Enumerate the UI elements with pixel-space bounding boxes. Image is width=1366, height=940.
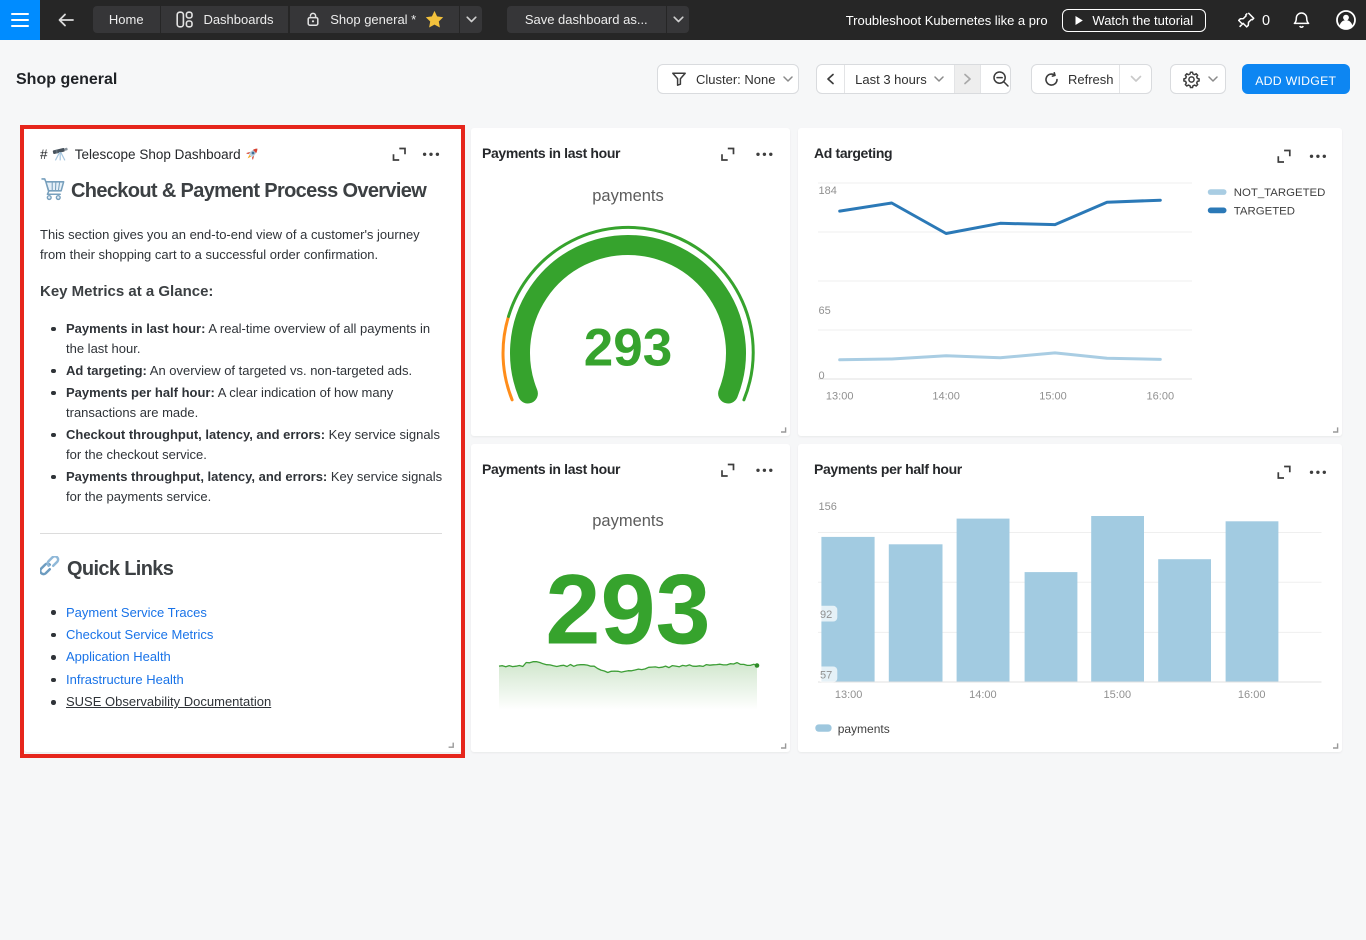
svg-text:65: 65: [819, 305, 831, 317]
svg-text:13:00: 13:00: [826, 391, 854, 403]
svg-text:156: 156: [819, 501, 837, 513]
svg-text:payments: payments: [592, 187, 664, 205]
svg-text:15:00: 15:00: [1039, 391, 1067, 403]
svg-text:payments: payments: [592, 512, 664, 530]
svg-text:16:00: 16:00: [1238, 689, 1266, 701]
svg-text:16:00: 16:00: [1147, 391, 1175, 403]
svg-text:NOT_TARGETED: NOT_TARGETED: [1234, 187, 1326, 199]
svg-text:13:00: 13:00: [835, 689, 863, 701]
svg-text:14:00: 14:00: [969, 689, 997, 701]
svg-text:TARGETED: TARGETED: [1234, 206, 1295, 218]
svg-text:payments: payments: [838, 722, 890, 736]
svg-text:14:00: 14:00: [932, 391, 960, 403]
svg-text:293: 293: [584, 319, 672, 378]
svg-text:293: 293: [545, 554, 710, 665]
svg-text:15:00: 15:00: [1104, 689, 1132, 701]
svg-text:0: 0: [819, 370, 825, 382]
svg-text:184: 184: [819, 185, 837, 197]
svg-text:57: 57: [820, 670, 832, 682]
svg-text:92: 92: [820, 609, 832, 621]
